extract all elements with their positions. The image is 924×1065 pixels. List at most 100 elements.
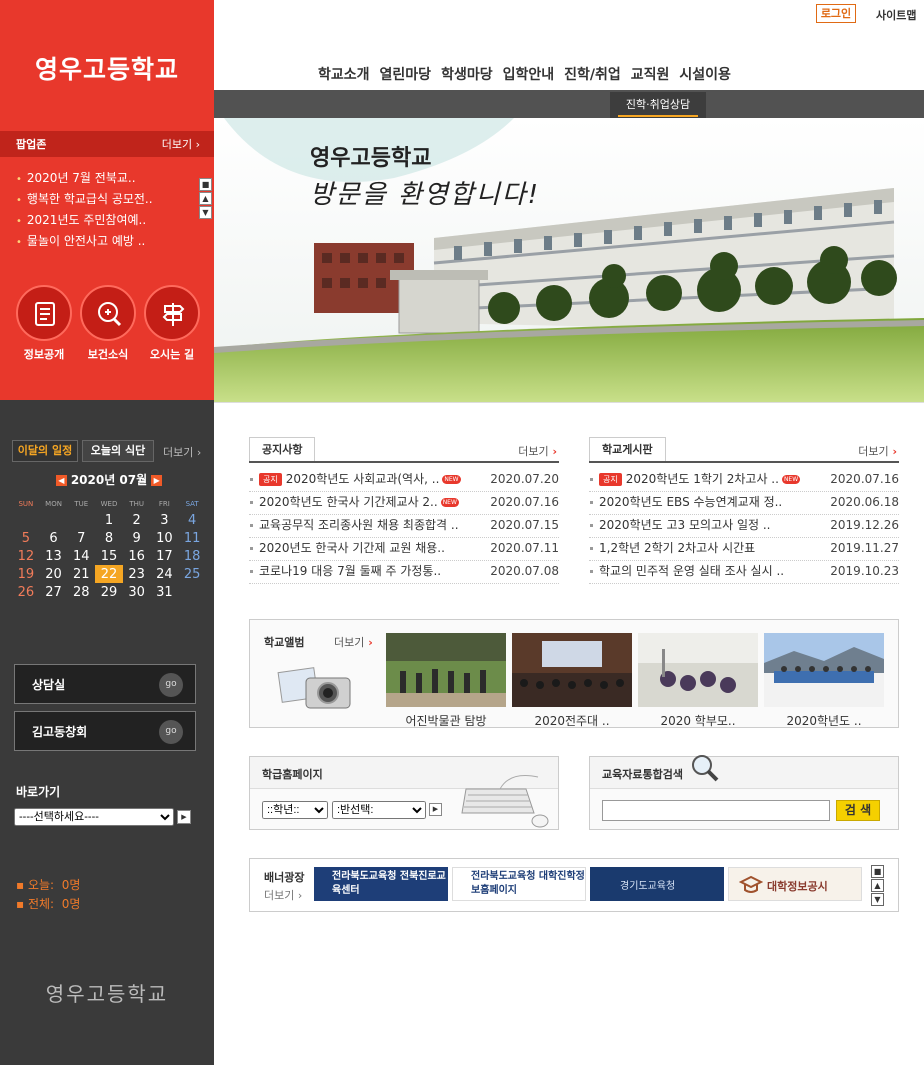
- post-title[interactable]: 2020학년도 고3 모의고사 일정 ..: [599, 515, 809, 536]
- popup-item[interactable]: 물놀이 안전사고 예방 ..: [16, 232, 196, 253]
- popup-item[interactable]: 행복한 학교급식 공모전..: [16, 190, 196, 211]
- calendar-day[interactable]: 21: [67, 565, 95, 583]
- class-go-button[interactable]: ▶: [429, 803, 442, 816]
- edu-search-button[interactable]: 검 색: [836, 800, 880, 821]
- nav-open-forum[interactable]: 열린마당: [380, 64, 432, 84]
- calendar-day[interactable]: 8: [95, 529, 123, 547]
- banner-career-center[interactable]: 전라북도교육청 전북진로교육센터: [314, 867, 448, 901]
- popup-item[interactable]: 2021년도 주민참여예..: [16, 211, 196, 232]
- login-button[interactable]: 로그인: [816, 4, 856, 23]
- calendar-day[interactable]: 17: [151, 547, 179, 565]
- calendar-day[interactable]: 31: [151, 583, 179, 601]
- notice-more-link[interactable]: 더보기: [518, 443, 557, 459]
- popup-more-link[interactable]: 더보기 ›: [162, 136, 200, 152]
- calendar-day[interactable]: 2: [123, 511, 151, 529]
- calendar-day[interactable]: 7: [67, 529, 95, 547]
- nav-career[interactable]: 진학/취업: [564, 64, 621, 84]
- calendar-more-link[interactable]: 더보기 ›: [163, 444, 201, 460]
- post-row[interactable]: 교육공무직 조리종사원 채용 최종합격 .. 2020.07.15: [249, 515, 559, 538]
- nav-staff[interactable]: 교직원: [631, 64, 670, 84]
- album-caption[interactable]: 2020학년도 ..: [764, 712, 884, 729]
- notice-title[interactable]: 공지사항: [249, 437, 316, 463]
- nav-facility[interactable]: 시설이용: [679, 64, 731, 84]
- school-logo[interactable]: 영우고등학교: [0, 50, 214, 86]
- album-photo[interactable]: [386, 633, 506, 707]
- subnav-career-counseling[interactable]: 진학·취업상담: [610, 92, 706, 118]
- album-caption[interactable]: 어진박물관 탐방: [386, 712, 506, 729]
- post-title[interactable]: 공지 2020학년도 사회교과(역사, .. NEW: [259, 469, 469, 490]
- directions-button[interactable]: [144, 285, 200, 341]
- album-more-link[interactable]: 더보기: [334, 634, 373, 650]
- post-row[interactable]: 공지 2020학년도 사회교과(역사, .. NEW 2020.07.20: [249, 469, 559, 492]
- class-select[interactable]: :반선택:: [332, 801, 426, 819]
- next-month-button[interactable]: ▶: [151, 475, 163, 486]
- post-row[interactable]: 2020년도 한국사 기간제 교원 채용.. 2020.07.11: [249, 538, 559, 561]
- tab-today-menu[interactable]: 오늘의 식단: [82, 440, 154, 462]
- calendar-day[interactable]: 9: [123, 529, 151, 547]
- post-title[interactable]: 2020학년도 EBS 수능연계교재 정..: [599, 492, 809, 513]
- calendar-day[interactable]: 25: [178, 565, 206, 583]
- post-title[interactable]: 2020년도 한국사 기간제 교원 채용..: [259, 538, 469, 559]
- post-title[interactable]: 1,2학년 2학기 2차고사 시간표: [599, 538, 809, 559]
- board-more-link[interactable]: 더보기: [858, 443, 897, 459]
- banner-more-link[interactable]: 더보기 ›: [264, 887, 302, 903]
- calendar-day[interactable]: 18: [178, 547, 206, 565]
- post-title[interactable]: 교육공무직 조리종사원 채용 최종합격 ..: [259, 515, 469, 536]
- calendar-day[interactable]: 28: [67, 583, 95, 601]
- calendar-day[interactable]: 3: [151, 511, 179, 529]
- counseling-room-box[interactable]: 상담실 go: [14, 664, 196, 704]
- post-row[interactable]: 학교의 민주적 운영 실태 조사 실시 .. 2019.10.23: [589, 561, 899, 584]
- banner-stop-button[interactable]: ■: [871, 865, 884, 878]
- banner-university-disclosure[interactable]: 대학정보공시: [728, 867, 862, 901]
- popup-item[interactable]: 2020년 7월 전북교..: [16, 169, 196, 190]
- alumni-go-button[interactable]: go: [159, 720, 183, 744]
- banner-down-button[interactable]: ▼: [871, 893, 884, 906]
- tab-monthly-schedule[interactable]: 이달의 일정: [12, 440, 78, 462]
- counseling-go-button[interactable]: go: [159, 673, 183, 697]
- nav-school-intro[interactable]: 학교소개: [318, 64, 370, 84]
- popup-up-button[interactable]: ▲: [199, 192, 212, 205]
- post-row[interactable]: 코로나19 대응 7월 둘째 주 가정통.. 2020.07.08: [249, 561, 559, 584]
- post-row[interactable]: 2020학년도 고3 모의고사 일정 .. 2019.12.26: [589, 515, 899, 538]
- health-news-button[interactable]: [80, 285, 136, 341]
- calendar-day[interactable]: 26: [12, 583, 40, 601]
- album-photo[interactable]: [512, 633, 632, 707]
- prev-month-button[interactable]: ◀: [55, 475, 67, 486]
- edu-search-input[interactable]: [602, 800, 830, 821]
- calendar-day[interactable]: 13: [40, 547, 68, 565]
- grade-select[interactable]: ::학년::: [262, 801, 328, 819]
- board-title[interactable]: 학교게시판: [589, 437, 666, 463]
- calendar-day[interactable]: 27: [40, 583, 68, 601]
- calendar-day[interactable]: 14: [67, 547, 95, 565]
- post-row[interactable]: 2020학년도 한국사 기간제교사 2.. NEW 2020.07.16: [249, 492, 559, 515]
- nav-admission[interactable]: 입학안내: [503, 64, 555, 84]
- quick-link-go-button[interactable]: ▶: [177, 810, 191, 824]
- calendar-day[interactable]: 15: [95, 547, 123, 565]
- calendar-day[interactable]: 5: [12, 529, 40, 547]
- banner-education-office[interactable]: 경기도교육청: [590, 867, 724, 901]
- calendar-day[interactable]: 1: [95, 511, 123, 529]
- post-row[interactable]: 2020학년도 EBS 수능연계교재 정.. 2020.06.18: [589, 492, 899, 515]
- post-row[interactable]: 1,2학년 2학기 2차고사 시간표 2019.11.27: [589, 538, 899, 561]
- popup-stop-button[interactable]: ■: [199, 178, 212, 191]
- calendar-day[interactable]: 16: [123, 547, 151, 565]
- alumni-box[interactable]: 김고동창회 go: [14, 711, 196, 751]
- post-title[interactable]: 2020학년도 한국사 기간제교사 2.. NEW: [259, 492, 469, 513]
- calendar-day[interactable]: 6: [40, 529, 68, 547]
- post-title[interactable]: 코로나19 대응 7월 둘째 주 가정통..: [259, 561, 469, 582]
- calendar-day[interactable]: 29: [95, 583, 123, 601]
- calendar-day[interactable]: 19: [12, 565, 40, 583]
- calendar-day[interactable]: 22: [95, 565, 123, 583]
- album-photo[interactable]: [638, 633, 758, 707]
- popup-down-button[interactable]: ▼: [199, 206, 212, 219]
- calendar-day[interactable]: 20: [40, 565, 68, 583]
- calendar-day[interactable]: 30: [123, 583, 151, 601]
- calendar-day[interactable]: 24: [151, 565, 179, 583]
- post-title[interactable]: 학교의 민주적 운영 실태 조사 실시 ..: [599, 561, 809, 582]
- calendar-day[interactable]: 11: [178, 529, 206, 547]
- calendar-day[interactable]: 23: [123, 565, 151, 583]
- info-disclosure-button[interactable]: [16, 285, 72, 341]
- quick-link-select[interactable]: ----선택하세요----: [14, 808, 174, 826]
- album-photo[interactable]: [764, 633, 884, 707]
- banner-up-button[interactable]: ▲: [871, 879, 884, 892]
